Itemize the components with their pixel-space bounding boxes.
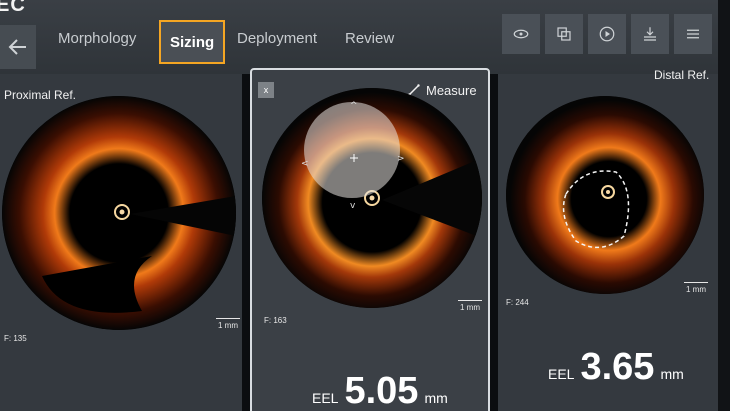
scale-bar: 1 mm	[684, 282, 708, 294]
scale-bar: 1 mm	[216, 318, 240, 330]
tab-review[interactable]: Review	[345, 30, 394, 47]
tab-sizing[interactable]: Sizing	[159, 20, 226, 64]
eel-measurement: EEL 5.05 mm	[312, 370, 448, 411]
arrow-left-icon	[8, 39, 26, 55]
svg-text:<: <	[301, 159, 309, 169]
eel-unit: mm	[660, 366, 684, 382]
copy-icon	[557, 27, 571, 41]
brand-logo: EC	[0, 0, 26, 16]
frame-number: F: 244	[506, 298, 529, 307]
download-icon	[644, 27, 656, 41]
eel-measurement: EEL 3.65 mm	[548, 346, 684, 389]
panel-title: Proximal Ref.	[4, 88, 77, 102]
oct-image-distal	[506, 96, 704, 294]
back-button[interactable]	[0, 25, 36, 69]
tab-morphology[interactable]: Morphology	[58, 30, 136, 47]
eel-label: EEL	[312, 390, 339, 406]
export-button[interactable]	[631, 14, 669, 54]
measure-label: Measure	[426, 83, 477, 98]
eye-icon	[513, 29, 529, 39]
svg-text:^: ^	[350, 101, 358, 111]
eel-value: 3.65	[580, 346, 655, 388]
menu-button[interactable]	[674, 14, 712, 54]
eel-value: 5.05	[344, 370, 419, 411]
menu-icon	[687, 29, 699, 39]
active-measurement-panel[interactable]: x Measure ^ v < > F: 163 1 mm EEL 5.05 m…	[250, 68, 490, 411]
eel-label: EEL	[548, 366, 575, 382]
view-button[interactable]	[502, 14, 540, 54]
compare-button[interactable]	[545, 14, 583, 54]
oct-image-current[interactable]: ^ v < >	[262, 88, 482, 308]
eel-unit: mm	[424, 390, 448, 406]
play-button[interactable]	[588, 14, 626, 54]
screen-bezel	[718, 0, 730, 411]
panel-title: Distal Ref.	[654, 68, 710, 82]
play-icon	[599, 26, 615, 42]
magnifier-lens[interactable]	[304, 102, 400, 198]
top-navigation-bar: EC Morphology Sizing Deployment Review	[0, 0, 730, 74]
proximal-reference-panel[interactable]: Proximal Ref. F: 135 1 mm	[0, 74, 242, 411]
oct-image-proximal	[2, 96, 236, 330]
distal-reference-panel[interactable]: Distal Ref. F: 244 1 mm EEL 3.65 mm	[498, 68, 718, 411]
close-button[interactable]: x	[258, 82, 274, 98]
svg-text:>: >	[397, 154, 405, 164]
svg-text:v: v	[350, 201, 356, 211]
scale-bar: 1 mm	[458, 300, 482, 312]
frame-number: F: 163	[264, 316, 287, 325]
measure-tool-button[interactable]: Measure	[408, 83, 477, 98]
frame-number: F: 135	[4, 334, 27, 343]
tab-deployment[interactable]: Deployment	[237, 30, 317, 47]
